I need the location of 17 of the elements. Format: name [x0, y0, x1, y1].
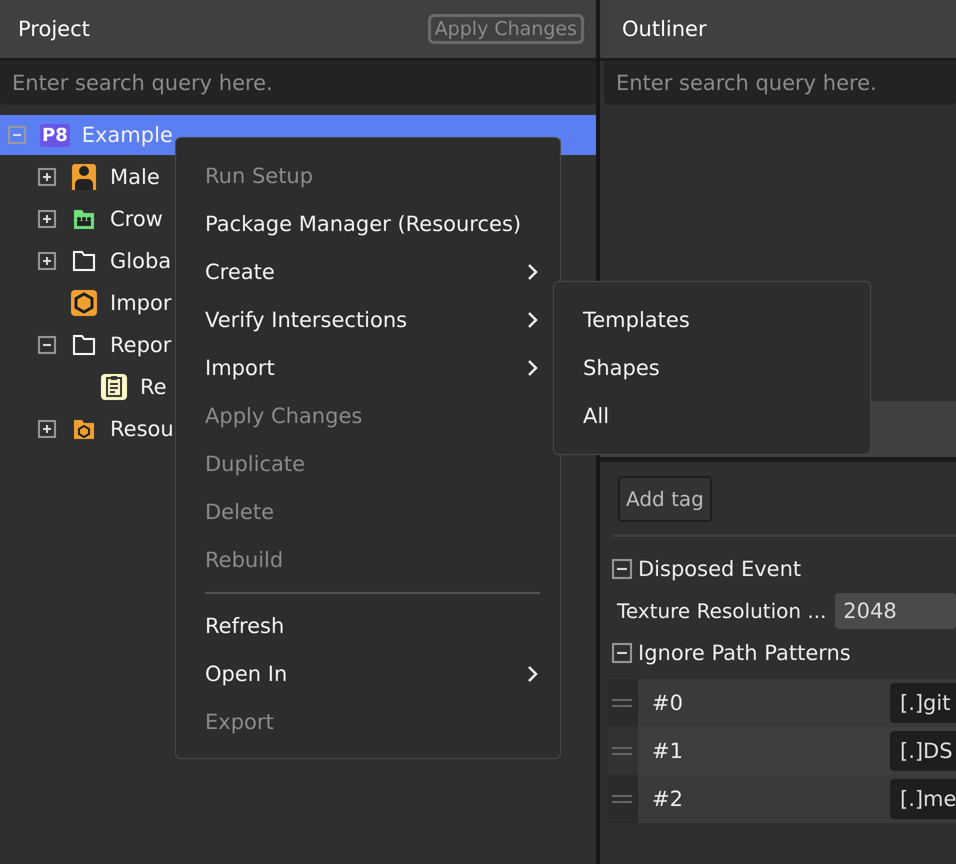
panel-title: Project: [18, 17, 90, 41]
panel-title: Outliner: [622, 17, 707, 41]
list-index: #0: [652, 691, 683, 715]
tree-item-label: Resou: [110, 417, 174, 441]
tree-item-label: Re: [140, 375, 167, 399]
section-title: Disposed Event: [638, 557, 802, 581]
list-index: #1: [652, 739, 683, 763]
section-title: Ignore Path Patterns: [638, 641, 851, 665]
tree-item-label: Repor: [110, 333, 172, 357]
list-index: #2: [652, 787, 683, 811]
property-label: Texture Resolution ...: [617, 599, 828, 623]
project-badge: P8: [40, 124, 70, 146]
tree-item-label: Example: [82, 123, 173, 147]
tree-item-label: Globa: [110, 249, 172, 273]
tree-item-label: Impor: [110, 291, 172, 315]
tree-item-label: Crow: [110, 207, 163, 231]
tree-item-label: Male: [110, 165, 160, 189]
